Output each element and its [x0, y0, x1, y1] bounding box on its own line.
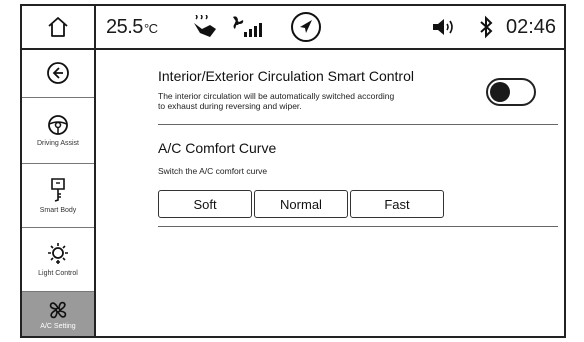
circulation-description-line: to exhaust during reversing and wiper. [158, 101, 302, 111]
navigation-icon [291, 12, 321, 42]
back-button[interactable] [22, 48, 94, 98]
home-button[interactable] [22, 6, 96, 48]
sidebar-item-label: Light Control [38, 270, 78, 277]
seat-heater-icon [194, 15, 216, 37]
bluetooth-icon [480, 15, 493, 39]
sidebar: Driving Assist Smart Body Light Control [22, 48, 96, 336]
steering-wheel-icon [48, 115, 68, 135]
ac-settings-panel: Interior/Exterior Circulation Smart Cont… [98, 50, 564, 336]
fan-icon [49, 301, 67, 318]
home-icon [48, 17, 68, 37]
status-bar: 25.5 °C 02:46 [22, 6, 564, 50]
key-icon [51, 178, 65, 202]
sidebar-item-smart-body[interactable]: Smart Body [22, 164, 94, 228]
volume-icon [433, 19, 453, 35]
temperature-value: 25.5 [106, 15, 143, 38]
sidebar-item-ac-setting[interactable]: A/C Setting [22, 292, 94, 336]
sidebar-item-label: A/C Setting [40, 322, 76, 330]
light-icon [48, 243, 68, 264]
sidebar-item-label: Driving Assist [36, 140, 79, 147]
fan-level-icon [233, 16, 262, 37]
toggle-knob [490, 82, 510, 102]
clock: 02:46 [506, 15, 557, 38]
comfort-option-normal[interactable]: Normal [254, 190, 348, 218]
circulation-description: The interior circulation will be automat… [158, 91, 394, 111]
circulation-toggle[interactable] [486, 78, 536, 106]
back-icon [47, 61, 69, 84]
fan-level-status [230, 6, 266, 48]
comfort-option-fast[interactable]: Fast [350, 190, 444, 218]
sidebar-item-light-control[interactable]: Light Control [22, 228, 94, 292]
volume-status[interactable] [430, 6, 458, 48]
comfort-option-soft[interactable]: Soft [158, 190, 252, 218]
seat-heater-status [190, 6, 220, 48]
circulation-description-line: The interior circulation will be automat… [158, 91, 395, 101]
temperature-unit: °C [143, 21, 158, 36]
sidebar-item-label: Smart Body [39, 207, 77, 214]
divider [158, 226, 558, 227]
divider [158, 124, 558, 125]
bluetooth-status [478, 6, 494, 48]
temperature-readout: 25.5 °C [106, 6, 158, 48]
screen-frame: 25.5 °C 02:46 Driving Assist Smart Body … [20, 4, 566, 338]
comfort-description: Switch the A/C comfort curve [158, 166, 268, 176]
sidebar-item-driving-assist[interactable]: Driving Assist [22, 98, 94, 164]
navigation-button[interactable] [288, 6, 324, 48]
circulation-title: Interior/Exterior Circulation Smart Cont… [158, 68, 414, 84]
comfort-title: A/C Comfort Curve [158, 140, 277, 156]
